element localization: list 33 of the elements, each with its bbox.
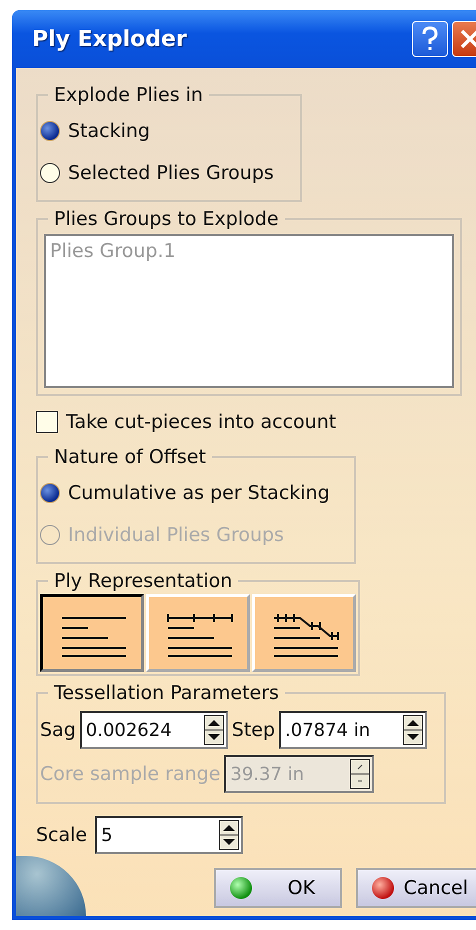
scale-field[interactable]: 5 [95,816,244,854]
group-title: Plies Groups to Explode [53,208,280,230]
stepped-ply-button[interactable] [252,594,356,672]
radio-label: Selected Plies Groups [68,162,274,184]
spinner-icon[interactable] [204,715,224,745]
field-label: Scale [36,824,88,846]
ok-button[interactable]: OK [214,868,342,908]
plain-ply-button[interactable] [40,594,144,672]
radio-label: Stacking [68,120,150,142]
radio-button[interactable] [40,483,60,503]
checkbox-label: Take cut-pieces into account [66,411,336,433]
radio-label: Individual Plies Groups [68,524,284,546]
spinner-icon[interactable] [403,715,424,745]
group-title: Tessellation Parameters [53,682,280,704]
group-title: Explode Plies in [53,84,204,106]
ball-icon [230,877,252,899]
radio-button[interactable] [40,121,60,141]
cancel-button[interactable]: Cancel [356,868,476,908]
ball-icon [372,877,394,899]
radio-button[interactable] [40,163,60,183]
group-title: Ply Representation [53,570,234,592]
checkbox[interactable] [36,411,58,433]
step-field[interactable]: .07874 in [279,711,428,749]
field-label: Step [232,719,276,741]
window-title: Ply Exploder [32,26,187,52]
group-title: Nature of Offset [53,446,207,468]
ticked-ply-button[interactable] [146,594,250,672]
sag-field[interactable]: 0.002624 [80,711,228,749]
help-icon[interactable] [412,21,448,57]
field-label: Sag [40,719,76,741]
spinner-icon[interactable] [219,820,240,850]
field-label: Core sample range [40,763,220,785]
radio-label: Cumulative as per Stacking [68,482,330,504]
